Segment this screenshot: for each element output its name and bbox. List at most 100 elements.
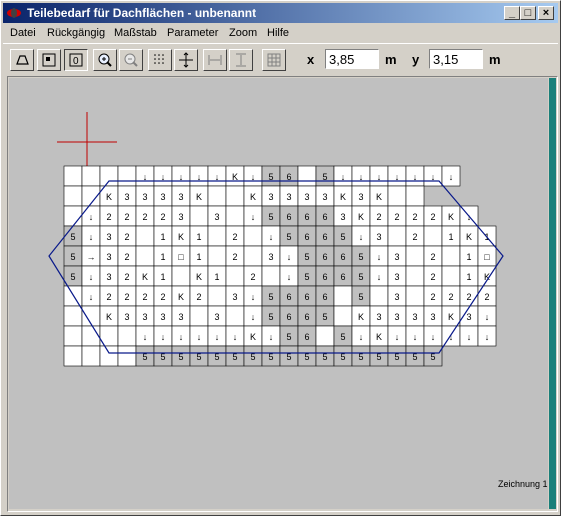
grid-cell-label: 5 (286, 232, 291, 242)
grid-cell-label: ↓ (359, 332, 364, 342)
menu-datei[interactable]: Datei (10, 27, 36, 39)
grid-cell-label: ↓ (197, 332, 202, 342)
grid-cell (225, 205, 245, 227)
grid-cell-label: 3 (358, 192, 363, 202)
grid-cell-label: ↓ (413, 332, 418, 342)
dot-grid-button[interactable] (148, 49, 172, 71)
grid-cell-label: 2 (466, 292, 471, 302)
menu-parameter[interactable]: Parameter (167, 27, 218, 39)
grid-cell-label: 1 (160, 252, 165, 262)
minimize-button[interactable]: _ (504, 6, 520, 20)
grid-cell-label: 6 (304, 212, 309, 222)
grid-cell (81, 325, 101, 347)
x-coordinate-input[interactable] (325, 49, 379, 69)
maximize-button[interactable]: □ (520, 6, 536, 20)
grid-cell-label: 6 (304, 332, 309, 342)
grid-cell (135, 245, 155, 267)
y-coordinate-input[interactable] (429, 49, 483, 69)
grid-cell-label: K (466, 232, 472, 242)
grid-cell-label: 6 (340, 252, 345, 262)
grid-cell (99, 345, 119, 367)
grid-cell-label: 5 (358, 252, 363, 262)
align-horizontal-button[interactable] (203, 49, 227, 71)
grid-cell-label: 2 (124, 252, 129, 262)
grid-cell-label: ↓ (287, 252, 292, 262)
grid-cell (63, 325, 83, 347)
window-title: Teilebedarf für Dachflächen - unbenannt (27, 6, 257, 20)
grid-cell-label: 3 (214, 212, 219, 222)
grid-cell-label: 6 (304, 292, 309, 302)
close-button[interactable]: × (538, 6, 554, 20)
grid-cell (63, 285, 83, 307)
grid-cell-label: K (250, 192, 256, 202)
grid-cell-label: 3 (268, 252, 273, 262)
grid-cell-label: 3 (268, 192, 273, 202)
drawing-name-label: Zeichnung 1 (498, 479, 548, 489)
roof-shape-icon (16, 55, 29, 65)
grid-cell-label: 6 (322, 272, 327, 282)
grid-cell-label: K (106, 312, 112, 322)
menu-hilfe[interactable]: Hilfe (267, 27, 289, 39)
toolbar: 0 x m y m (3, 43, 558, 76)
grid-cell-label: ↓ (359, 232, 364, 242)
grid-cell (225, 305, 245, 327)
zoom-in-button[interactable] (93, 49, 117, 71)
zoom-out-button[interactable] (119, 49, 143, 71)
grid-cell-label: 5 (304, 252, 309, 262)
grid-cell-label: 3 (340, 212, 345, 222)
drawing-canvas[interactable]: ↓ ↓ ↓ ↓ ↓ K ↓ 5 6 5 ↓ ↓ ↓ ↓ ↓ ↓ ↓ K 3 3 3 3 K K 3 3 3 3 K 3 K ↓ 2 2 2 2 3 3 ↓ 5… (9, 78, 548, 509)
align-vertical-button[interactable] (229, 49, 253, 71)
svg-text:0: 0 (73, 56, 79, 67)
grid-select-button[interactable] (37, 49, 61, 71)
grid-cell-label: 3 (232, 292, 237, 302)
drawing-area[interactable]: ↓ ↓ ↓ ↓ ↓ K ↓ 5 6 5 ↓ ↓ ↓ ↓ ↓ ↓ ↓ K 3 3 3 3 K K 3 3 3 3 K 3 K ↓ 2 2 2 2 3 3 ↓ 5… (7, 76, 558, 512)
roof-grid: ↓ ↓ ↓ ↓ ↓ K ↓ 5 6 5 ↓ ↓ ↓ ↓ ↓ ↓ ↓ K 3 3 3 3 K K 3 3 3 3 K 3 K ↓ 2 2 2 2 3 3 ↓ 5… (48, 165, 504, 367)
grid-cell (423, 225, 443, 247)
grid-cell-label: 3 (376, 232, 381, 242)
grid-cell (63, 305, 83, 327)
grid-cell-label: 3 (394, 272, 399, 282)
grid-cell-label: K (250, 332, 256, 342)
grid-cell-label: 3 (160, 192, 165, 202)
app-logo-icon (7, 8, 21, 18)
grid-cell-label: ↓ (377, 272, 382, 282)
grid-select-icon (42, 53, 56, 67)
grid-cell-label: 3 (322, 192, 327, 202)
table-grid-button[interactable] (262, 49, 286, 71)
grid-cell-label: 1 (466, 272, 471, 282)
grid-cell-label: 6 (286, 312, 291, 322)
dot-grid-icon (154, 54, 164, 64)
menu-zoom[interactable]: Zoom (229, 27, 257, 39)
zero-button[interactable]: 0 (64, 49, 88, 71)
grid-cell (225, 265, 245, 287)
grid-cell-label: ↓ (251, 212, 256, 222)
grid-cell (189, 305, 209, 327)
grid-cell-label: K (358, 212, 364, 222)
grid-cell (369, 285, 389, 307)
grid-cell-label: 3 (142, 192, 147, 202)
grid-cell (207, 245, 227, 267)
grid-cell (117, 165, 137, 187)
grid-cell-label: 3 (394, 252, 399, 262)
title-bar[interactable]: Teilebedarf für Dachflächen - unbenannt … (3, 3, 558, 23)
grid-cell-label: 6 (340, 272, 345, 282)
grid-cell (63, 185, 83, 207)
menu-rueckgaengig[interactable]: Rückgängig (47, 27, 105, 39)
grid-cell-label: □ (178, 252, 184, 262)
grid-cell-label: 1 (196, 232, 201, 242)
grid-cell-label: 5 (322, 312, 327, 322)
grid-cell-label: ↓ (215, 332, 220, 342)
grid-cell-label: 3 (106, 232, 111, 242)
grid-cell-label: 3 (286, 192, 291, 202)
grid-cell (63, 205, 83, 227)
move-button[interactable] (174, 49, 198, 71)
y-label: y (412, 52, 420, 67)
grid-cell-label: 2 (430, 212, 435, 222)
roof-shape-button[interactable] (10, 49, 34, 71)
grid-cell-label: 3 (106, 272, 111, 282)
grid-cell-label: ↓ (449, 172, 454, 182)
grid-cell-label: 2 (484, 292, 489, 302)
grid-cell-label: 5 (70, 252, 75, 262)
menu-massstab[interactable]: Maßstab (114, 27, 157, 39)
grid-cell (441, 265, 461, 287)
